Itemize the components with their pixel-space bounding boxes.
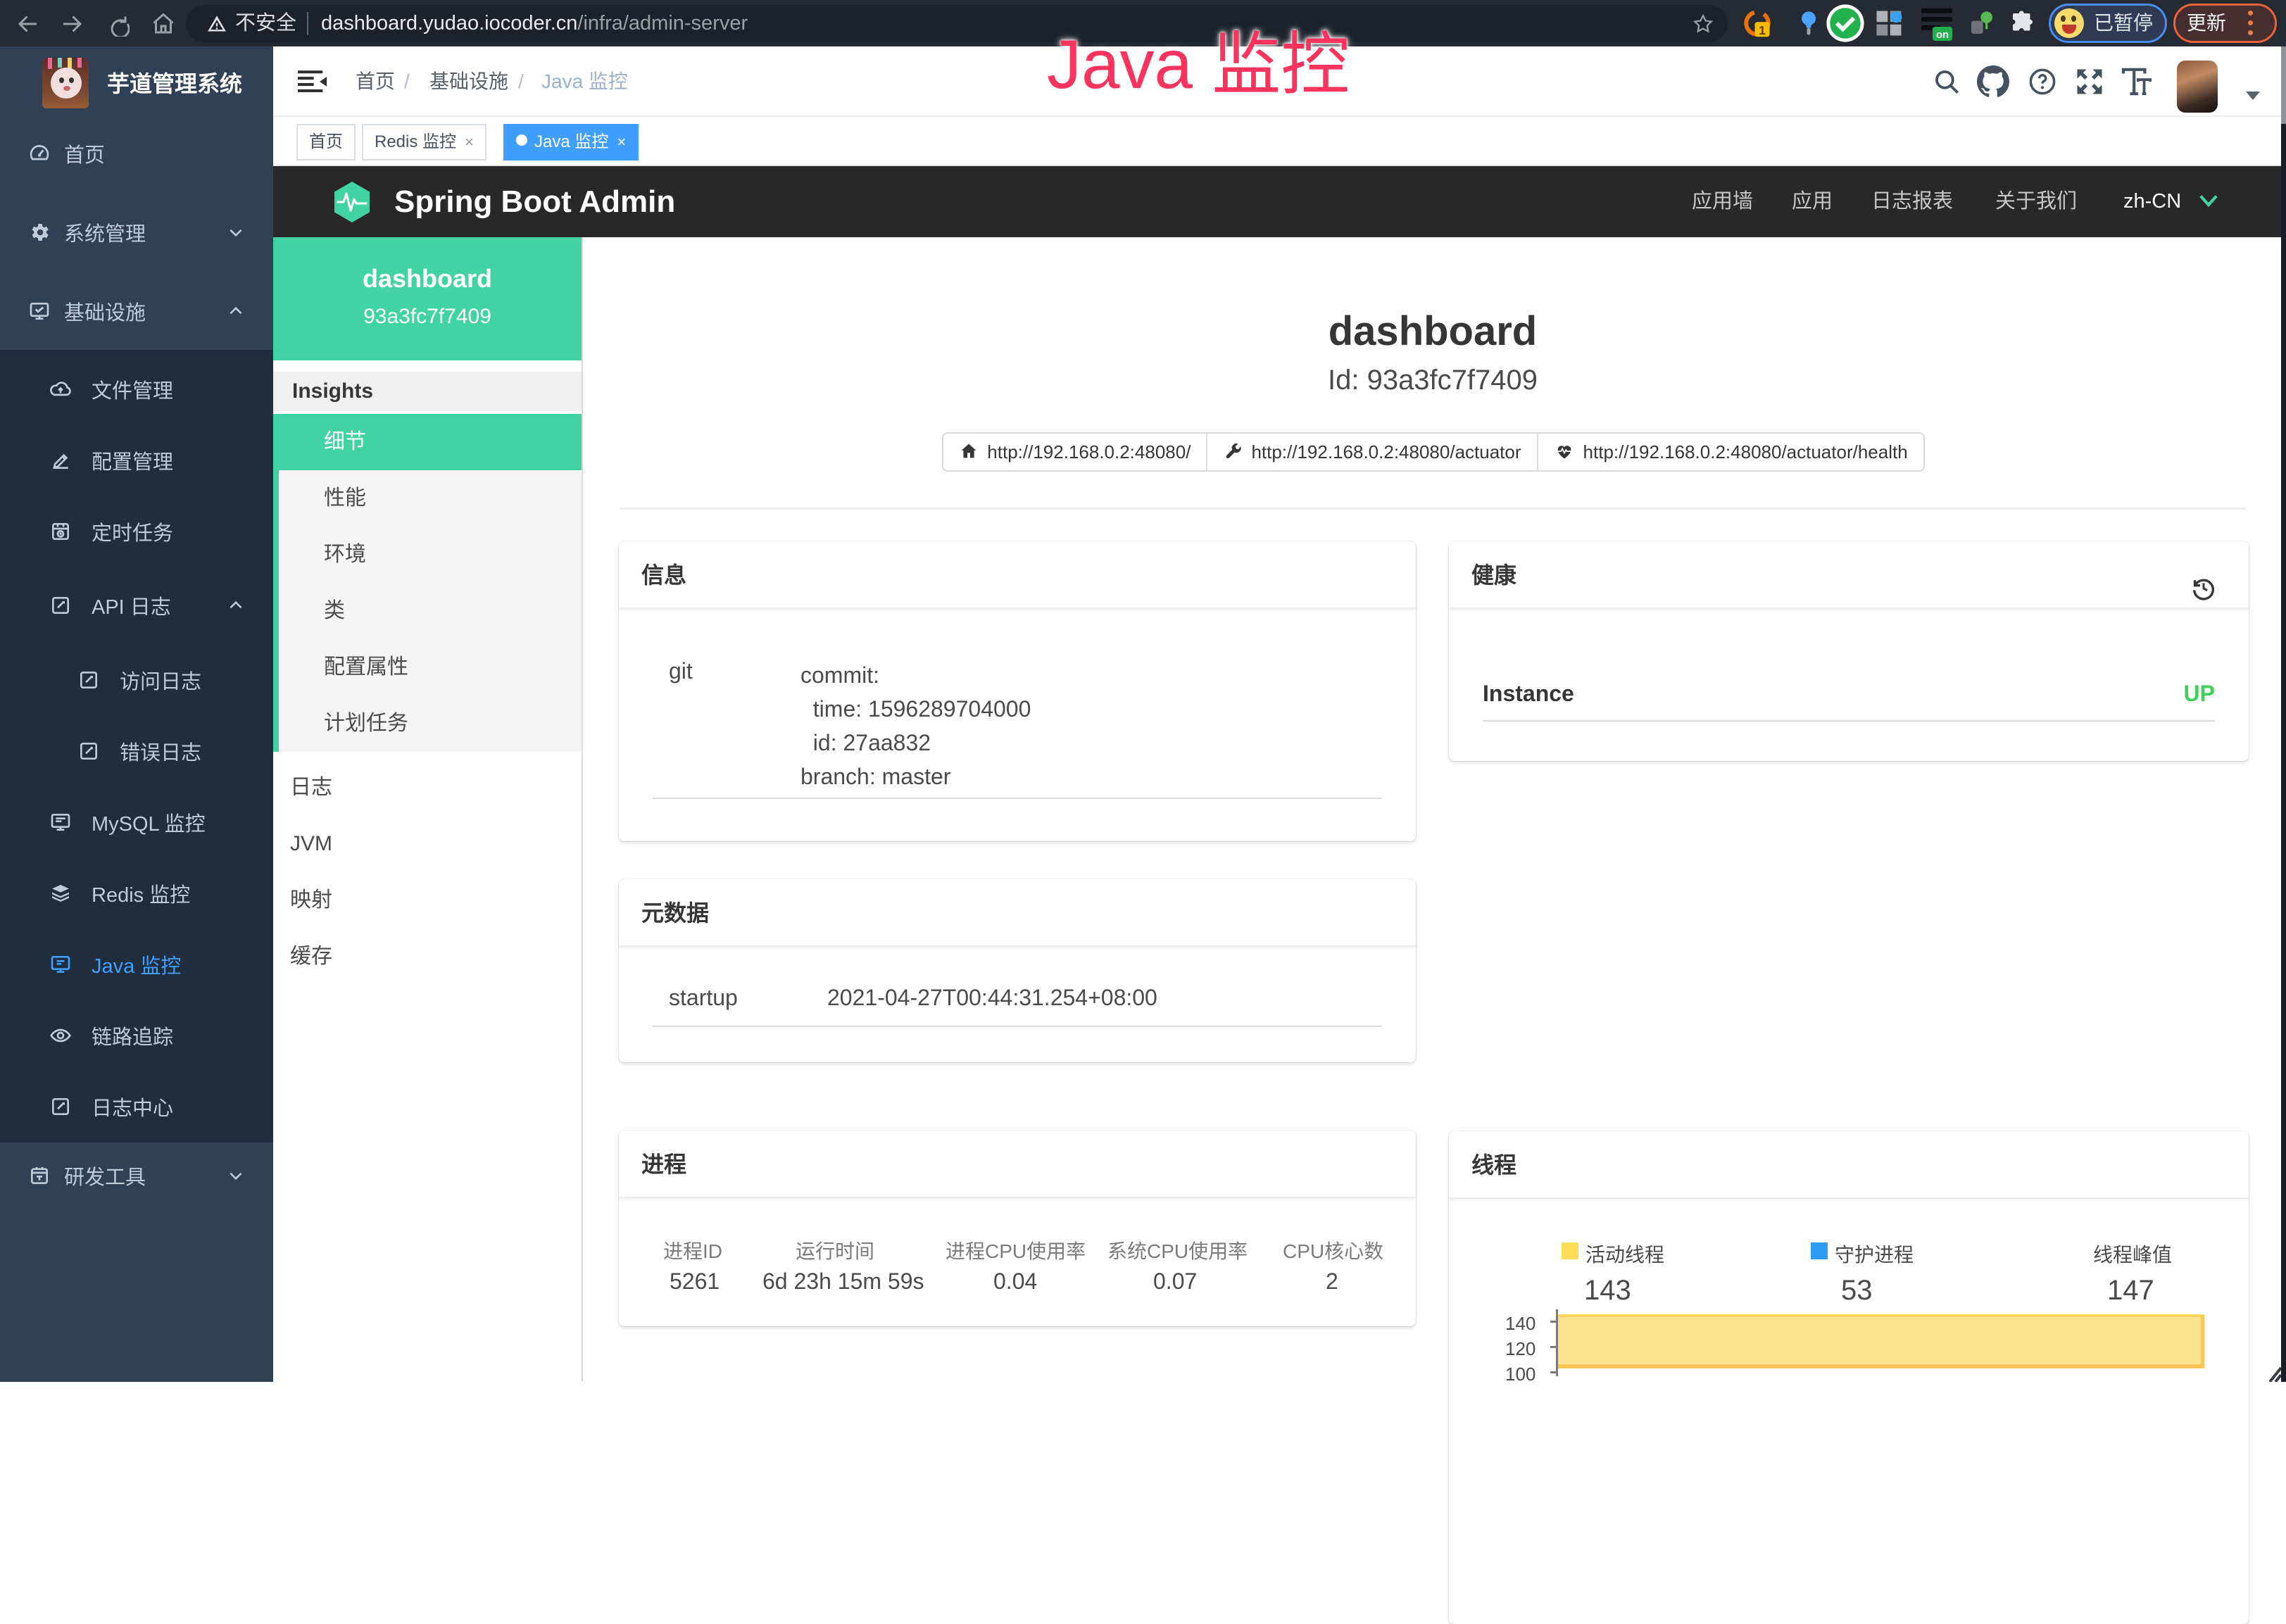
svg-text:1: 1: [1759, 23, 1766, 37]
svg-text:on: on: [1936, 30, 1949, 41]
